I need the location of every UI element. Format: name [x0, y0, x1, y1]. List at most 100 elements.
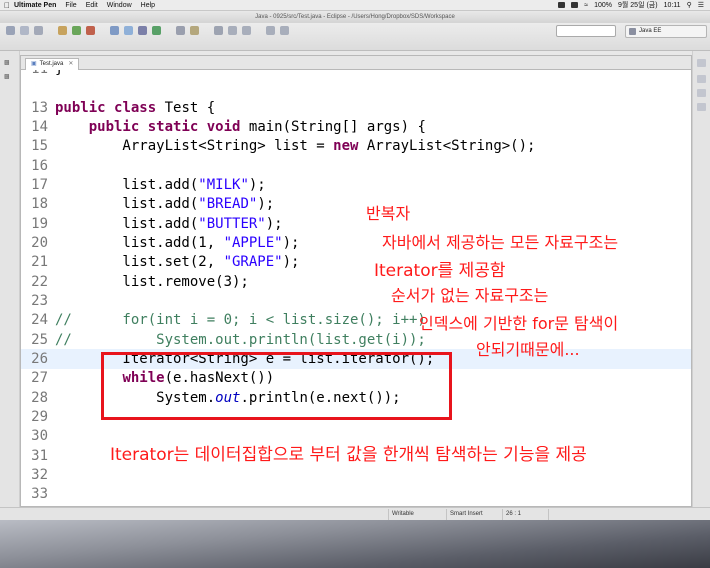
- forward-icon[interactable]: [280, 26, 289, 35]
- perspective-icon: [629, 28, 636, 35]
- line-number: 24: [31, 312, 48, 328]
- apple-menu-icon[interactable]: : [0, 1, 14, 10]
- annotation-unordered: 순서가 없는 자료구조는: [391, 286, 549, 305]
- line-number: 26: [31, 351, 48, 367]
- quick-access-input[interactable]: [556, 25, 616, 37]
- clock-time[interactable]: 10:11: [664, 2, 681, 9]
- new-icon[interactable]: [6, 26, 15, 35]
- minimize-view-icon[interactable]: ▩: [4, 73, 14, 81]
- tab-label: Test.java: [39, 61, 64, 67]
- run-icon[interactable]: [72, 26, 81, 35]
- new-java-project-icon[interactable]: [124, 26, 133, 35]
- perspective-label: Java EE: [639, 28, 662, 34]
- code-line: 23: [21, 291, 691, 311]
- line-number: 15: [31, 138, 48, 154]
- code-text: // System.out.println(list.get(i));: [55, 332, 426, 348]
- status-writable: Writable: [392, 511, 414, 517]
- line-number: 33: [31, 486, 48, 502]
- print-icon[interactable]: [34, 26, 43, 35]
- restore-icon[interactable]: [697, 59, 706, 67]
- wifi-icon[interactable]: ≈: [584, 2, 588, 9]
- app-name-menu[interactable]: Ultimate Pen: [14, 2, 56, 9]
- external-tools-icon[interactable]: [86, 26, 95, 35]
- code-line: 16: [21, 156, 691, 176]
- debug-icon[interactable]: [58, 26, 67, 35]
- task-list-icon[interactable]: [697, 89, 706, 97]
- line-number: 11: [21, 70, 48, 79]
- status-insert-mode[interactable]: Smart Insert: [450, 510, 483, 519]
- left-trim-bar: ▩ ▩: [0, 51, 20, 511]
- annotation-collections: 자바에서 제공하는 모든 자료구조는: [382, 233, 619, 252]
- status-cursor-position: 26 : 1: [506, 511, 522, 517]
- new-package-icon[interactable]: [138, 26, 147, 35]
- line-number: 20: [31, 235, 48, 251]
- editor-tabbar: ▣ Test.java ✕: [21, 56, 691, 70]
- prev-annotation-icon[interactable]: [228, 26, 237, 35]
- annotation-provides-iterator: Iterator를 제공함: [374, 261, 506, 281]
- line-number: 22: [31, 274, 48, 290]
- status-icon[interactable]: [571, 2, 579, 8]
- code-line: 22 list.remove(3);: [21, 272, 691, 292]
- notification-list-icon[interactable]: ☰: [698, 1, 704, 9]
- annotation-not-possible: 안되기때문에...: [476, 340, 580, 359]
- line-number: 13: [31, 100, 48, 116]
- annotation-iterator-summary: Iterator는 데이터집합으로 부터 값을 한개씩 탐색하는 기능을 제공: [110, 445, 587, 465]
- java-file-icon: ▣: [31, 61, 37, 67]
- clock-date[interactable]: 9월 25일 (금): [618, 0, 658, 10]
- line-number: 25: [31, 332, 48, 348]
- code-text: ArrayList<String> list = new ArrayList<S…: [55, 138, 536, 154]
- console-view-icon[interactable]: [697, 103, 706, 111]
- line-number: 18: [31, 196, 48, 212]
- code-text: list.add(1, "APPLE");: [55, 235, 300, 251]
- line-number: 21: [31, 254, 48, 270]
- line-number: 31: [31, 448, 48, 464]
- search-icon[interactable]: ⚲: [687, 1, 692, 9]
- menu-file[interactable]: File: [65, 2, 76, 9]
- menu-window[interactable]: Window: [107, 2, 132, 9]
- next-annotation-icon[interactable]: [242, 26, 251, 35]
- status-separator: [548, 509, 549, 520]
- window-titlebar: Java - 0925/src/Test.java - Eclipse - /U…: [0, 11, 710, 23]
- line-number: 17: [31, 177, 48, 193]
- search-toolbar-icon[interactable]: [190, 26, 199, 35]
- save-icon[interactable]: [20, 26, 29, 35]
- line-number: 19: [31, 216, 48, 232]
- line-number: 32: [31, 467, 48, 483]
- open-type-icon[interactable]: [176, 26, 185, 35]
- line-number: 27: [31, 370, 48, 386]
- line-number: 14: [31, 119, 48, 135]
- code-text: // for(int i = 0; i < list.size(); i++): [55, 312, 426, 328]
- restore-icon[interactable]: ▩: [4, 59, 14, 67]
- code-line: 33: [21, 484, 691, 504]
- annotation-icon[interactable]: [214, 26, 223, 35]
- annotation-index-for: 인덱스에 기반한 for문 탐색이: [419, 314, 619, 333]
- code-text: list.remove(3);: [55, 274, 249, 290]
- battery-percent[interactable]: 100%: [594, 2, 612, 9]
- line-number: 29: [31, 409, 48, 425]
- line-number: 28: [31, 390, 48, 406]
- back-icon[interactable]: [266, 26, 275, 35]
- menu-help[interactable]: Help: [141, 2, 155, 9]
- server-icon[interactable]: [110, 26, 119, 35]
- code-text: public static void main(String[] args) {: [88, 119, 426, 135]
- tab-test-java[interactable]: ▣ Test.java ✕: [25, 58, 80, 70]
- close-icon[interactable]: ✕: [68, 59, 73, 70]
- code-text: list.add("MILK");: [55, 177, 266, 193]
- code-line: 17 list.add("MILK");: [21, 175, 691, 195]
- highlight-box: [101, 352, 452, 420]
- right-trim-bar: [692, 51, 710, 511]
- menu-edit[interactable]: Edit: [86, 2, 98, 9]
- new-class-icon[interactable]: [152, 26, 161, 35]
- desktop-wallpaper: [0, 520, 710, 568]
- code-line: 13 public class Test {: [21, 98, 691, 118]
- code-text: }: [55, 70, 63, 79]
- perspective-switcher[interactable]: Java EE: [625, 25, 707, 38]
- status-separator: [388, 509, 389, 520]
- mac-menubar:  Ultimate Pen File Edit Window Help ≈ 1…: [0, 0, 710, 11]
- code-line: 15 ArrayList<String> list = new ArrayLis…: [21, 136, 691, 156]
- line-number: 23: [31, 293, 48, 309]
- status-bar: Writable Smart Insert 26 : 1: [0, 507, 710, 520]
- status-icon[interactable]: [558, 2, 566, 8]
- outline-view-icon[interactable]: [697, 75, 706, 83]
- code-text: list.add("BREAD");: [55, 196, 275, 212]
